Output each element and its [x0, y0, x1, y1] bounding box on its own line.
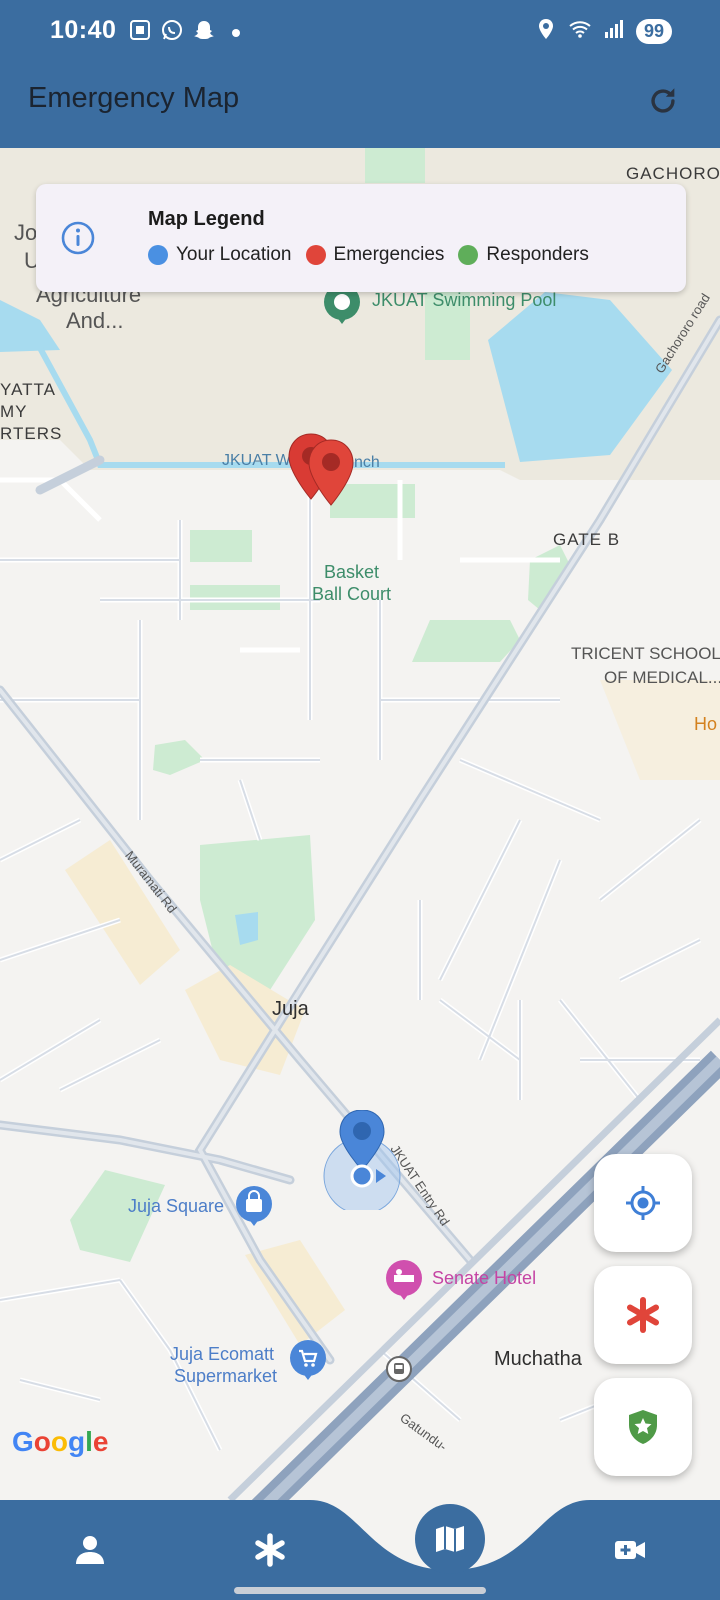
info-icon: [60, 220, 96, 256]
your-location-marker[interactable]: [322, 1109, 402, 1215]
legend-item-emergencies: Emergencies: [305, 244, 445, 266]
status-time: 10:40: [50, 16, 117, 44]
app-top-bar: 10:40 99 Emergency Map: [0, 0, 720, 148]
battery-indicator: 99: [635, 19, 672, 44]
map-label-juja-ecomatt: Juja Ecomatt: [170, 1344, 275, 1364]
google-logo: Google: [12, 1426, 109, 1457]
map-label-ho: Ho: [694, 714, 718, 734]
map-label-jkuat-branch-end: nch: [354, 454, 380, 471]
video-call-icon: [615, 1541, 645, 1559]
legend-item-responders: Responders: [458, 244, 589, 266]
shopping-bag-pin-icon: [234, 1184, 274, 1233]
profile-icon: [76, 1536, 104, 1564]
my-location-button[interactable]: [594, 1154, 692, 1252]
notification-dot: [232, 28, 240, 37]
map-label-gate-b: GATE B: [553, 530, 621, 549]
legend-item-your-location: Your Location: [148, 244, 292, 266]
shopping-cart-pin-icon: [288, 1338, 328, 1387]
location-icon: [534, 17, 558, 46]
map-label-medical: OF MEDICAL...: [604, 668, 720, 687]
nav-map[interactable]: [415, 1504, 485, 1574]
emergency-marker[interactable]: [306, 438, 356, 513]
bottom-navigation: [0, 1500, 720, 1600]
home-indicator: [234, 1587, 486, 1594]
map-label-gachoroka: GACHORO: [626, 164, 720, 183]
emergency-icon: [255, 1533, 285, 1567]
map-label-jkuat-branch: JKUAT W: [222, 452, 291, 469]
refresh-icon[interactable]: [646, 84, 680, 118]
red-dot-icon: [305, 245, 326, 265]
map-label-agriculture-2: And...: [66, 308, 124, 333]
legend-label: Responders: [486, 244, 589, 265]
map-label-tricent: TRICENT SCHOOL: [571, 644, 720, 663]
nav-video-call[interactable]: [608, 1528, 652, 1572]
map-legend-card: Map Legend Your Location Emergencies Res…: [36, 184, 686, 292]
report-emergency-button[interactable]: [594, 1266, 692, 1364]
map-label-senate-hotel: Senate Hotel: [432, 1268, 537, 1288]
whatsapp-icon: [160, 18, 184, 47]
map-label-swimming-pool: JKUAT Swimming Pool: [372, 290, 557, 310]
map-label-yatta: YATTA: [0, 380, 56, 399]
signal-icon: [602, 17, 626, 46]
responders-button[interactable]: [594, 1378, 692, 1476]
wifi-icon: [568, 17, 592, 46]
status-bar: 10:40 99: [0, 0, 720, 62]
legend-title: Map Legend: [148, 208, 265, 230]
map-label-basket: Basket: [324, 562, 380, 582]
bus-stop-icon: [386, 1356, 412, 1387]
emergency-asterisk-icon: [627, 1297, 659, 1333]
shield-star-icon: [629, 1410, 657, 1444]
map-label-my: MY: [0, 402, 28, 421]
map-label-supermarket: Supermarket: [174, 1366, 278, 1386]
my-location-icon: [626, 1186, 660, 1220]
map-label-rters: RTERS: [0, 424, 63, 443]
map-label-juja-square: Juja Square: [128, 1196, 225, 1216]
nav-profile[interactable]: [68, 1528, 112, 1572]
page-title: Emergency Map: [28, 82, 240, 114]
nav-emergency[interactable]: [248, 1528, 292, 1572]
map-label-jo: Jo: [14, 220, 38, 245]
map-icon: [436, 1526, 464, 1552]
map-label-muchatha: Muchatha: [494, 1348, 582, 1370]
map-label-ball-court: Ball Court: [312, 584, 392, 604]
blue-dot-icon: [148, 245, 168, 265]
map-label-juja: Juja: [272, 998, 309, 1020]
snapchat-icon: [192, 18, 216, 47]
legend-label: Your Location: [176, 244, 292, 265]
screenshot-icon: [128, 18, 152, 47]
hotel-pin-icon: [384, 1258, 424, 1307]
green-dot-icon: [458, 245, 479, 265]
legend-label: Emergencies: [333, 244, 445, 265]
